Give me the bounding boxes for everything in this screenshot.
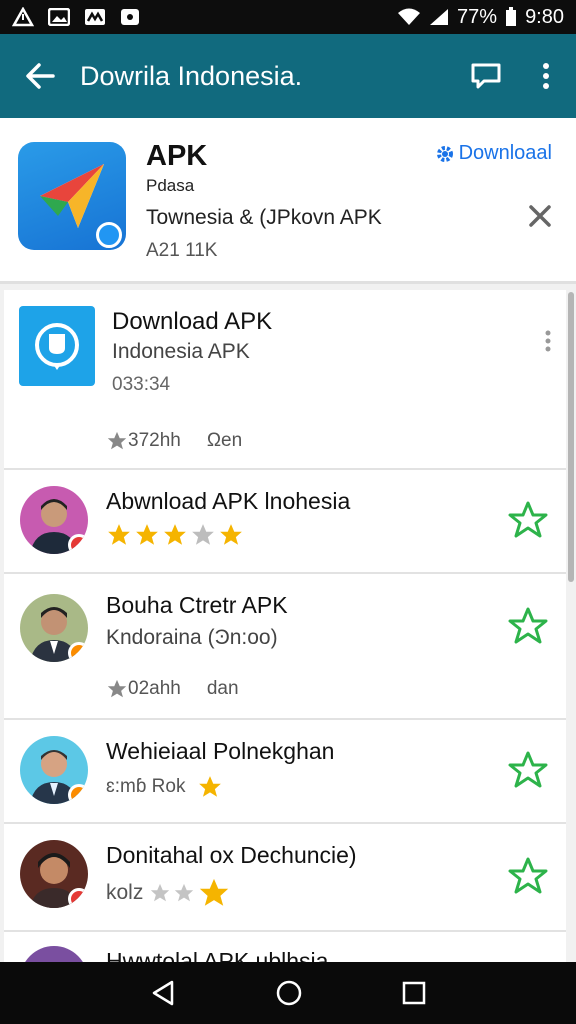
message-button[interactable] — [456, 34, 516, 118]
star-icon — [136, 524, 158, 545]
featured-tag: Ωen — [206, 430, 243, 451]
app-publisher: Pdasa — [146, 176, 195, 195]
item-title: Abwnload APK lnohesia — [106, 488, 351, 514]
star-icon — [108, 524, 130, 545]
arrow-back-icon — [26, 63, 55, 89]
back-nav-icon[interactable] — [150, 979, 176, 1007]
star-icon — [220, 524, 242, 545]
wifi-icon — [398, 8, 421, 25]
star-outline-icon — [107, 431, 127, 450]
featured-time: 033:34 — [112, 374, 171, 395]
list-item[interactable]: Abwnload APK lnohesia — [4, 470, 566, 574]
battery-percent: 77% — [457, 5, 498, 28]
home-nav-icon[interactable] — [275, 979, 303, 1007]
navigation-bar — [0, 962, 576, 1024]
item-title: Bouha Ctretr APK — [106, 592, 288, 618]
signal-icon — [430, 9, 449, 25]
scrollbar[interactable] — [568, 292, 574, 582]
more-vert-icon[interactable] — [544, 330, 552, 352]
item-subtitle: Kndoraina (Ͽn:oo) — [106, 626, 278, 649]
favorite-star-icon[interactable] — [508, 856, 548, 896]
item-tag: dan — [206, 678, 239, 699]
item-meta: 02ahh dan — [106, 678, 239, 700]
star-icon — [164, 524, 186, 545]
item-subtitle: kolz — [106, 881, 144, 904]
list-item[interactable]: Wehieiaal Polnekghan ɛ:mɓ Rok — [4, 720, 566, 824]
featured-meta: 372hh Ωen — [106, 430, 242, 452]
chat-bubble-icon — [19, 306, 95, 386]
message-icon — [471, 63, 501, 89]
clock: 9:80 — [525, 5, 564, 28]
featured-count: 372hh — [128, 430, 181, 451]
favorite-star-icon[interactable] — [508, 606, 548, 646]
featured-title: Download APK — [112, 308, 273, 335]
avatar — [20, 840, 88, 908]
app-size: A21 11K — [146, 240, 218, 261]
more-vert-icon — [543, 63, 549, 89]
item-title: Donitahal ox Dechuncie) — [106, 842, 357, 868]
battery-icon — [506, 7, 517, 26]
avatar — [20, 486, 88, 554]
star-outline-icon — [107, 679, 127, 698]
app-logo-icon — [18, 142, 126, 250]
app-header-card: APK Pdasa Townesia & (JPkovn APK A21 11K… — [0, 118, 576, 284]
download-button[interactable]: Downloaal — [435, 142, 552, 165]
list-item-featured[interactable]: Download APK Indonesia APK 033:34 372hh … — [4, 290, 566, 470]
status-bar: 77% 9:80 — [0, 0, 576, 34]
star-icon — [200, 878, 229, 906]
item-count: 02ahh — [128, 678, 181, 699]
item-subtitle: ɛ:mɓ Rok — [106, 776, 186, 797]
avatar — [20, 594, 88, 662]
favorite-star-icon[interactable] — [508, 750, 548, 790]
app-list[interactable]: Download APK Indonesia APK 033:34 372hh … — [0, 284, 576, 962]
app-description: Townesia & (JPkovn APK — [146, 206, 382, 229]
star-icon — [199, 776, 222, 797]
list-item[interactable]: Hwwtolal APK ublhsia — [4, 932, 566, 962]
lock-icon — [121, 9, 139, 25]
badge-icon — [68, 784, 88, 804]
page-title: Dowrila Indonesia. — [80, 60, 303, 91]
avatar — [20, 736, 88, 804]
verified-icon — [96, 222, 122, 248]
warning-icon — [12, 7, 34, 27]
avatar — [20, 946, 88, 962]
badge-icon — [68, 534, 88, 554]
gear-icon — [436, 145, 453, 162]
star-icon — [151, 883, 170, 902]
badge-icon — [68, 642, 88, 662]
app-name: APK — [146, 140, 208, 172]
recents-nav-icon[interactable] — [402, 981, 426, 1005]
gallery-icon — [48, 8, 70, 26]
download-label: Downloaal — [458, 142, 552, 164]
app-bar: Dowrila Indonesia. — [0, 34, 576, 118]
back-button[interactable] — [0, 34, 80, 118]
rating-stars: kolz — [106, 876, 231, 910]
item-title: Wehieiaal Polnekghan — [106, 738, 335, 764]
overflow-menu-button[interactable] — [516, 34, 576, 118]
list-item[interactable]: Bouha Ctretr APK Kndoraina (Ͽn:oo) 02ahh… — [4, 574, 566, 720]
list-item[interactable]: Donitahal ox Dechuncie) kolz — [4, 824, 566, 932]
close-icon[interactable] — [526, 202, 554, 230]
photos-icon — [85, 9, 105, 25]
badge-icon — [68, 888, 88, 908]
item-title: Hwwtolal APK ublhsia — [106, 948, 329, 962]
star-icon — [192, 524, 214, 545]
star-icon — [175, 883, 194, 902]
favorite-star-icon[interactable] — [508, 500, 548, 540]
rating-stars — [106, 522, 244, 548]
item-meta: ɛ:mɓ Rok — [106, 774, 223, 800]
list-container: Download APK Indonesia APK 033:34 372hh … — [4, 290, 566, 962]
featured-subtitle: Indonesia APK — [112, 340, 250, 363]
